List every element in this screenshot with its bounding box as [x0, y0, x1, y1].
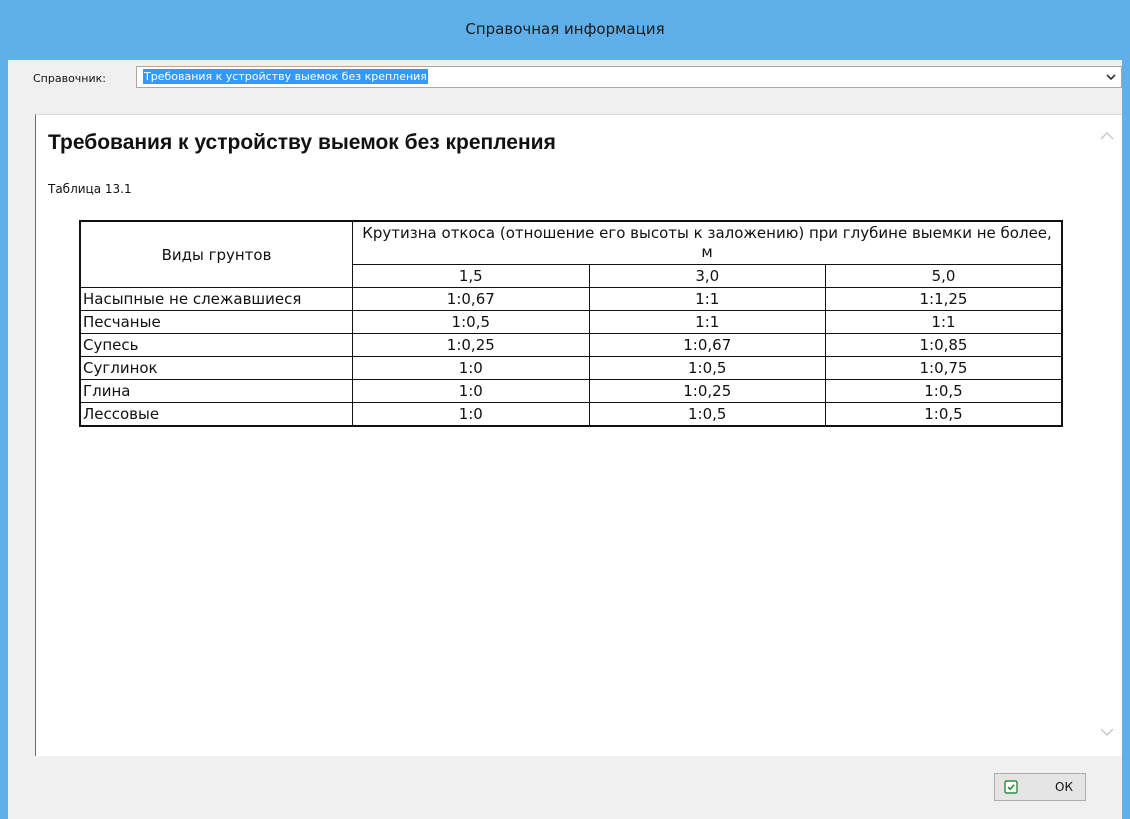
value-cell: 1:0,67 [352, 287, 590, 311]
title-bar[interactable]: Справочная информация [0, 0, 1130, 60]
window-frame-right [1122, 60, 1130, 819]
check-icon [1004, 780, 1018, 794]
table-row: Суглинок 1:0 1:0,5 1:0,75 [79, 356, 1063, 380]
value-cell: 1:0,5 [824, 379, 1063, 403]
table-row: Глина 1:0 1:0,25 1:0,5 [79, 379, 1063, 403]
value-cell: 1:1 [588, 287, 826, 311]
table-row: Песчаные 1:0,5 1:1 1:1 [79, 310, 1063, 334]
soil-cell: Супесь [79, 333, 354, 357]
value-cell: 1:0,5 [824, 402, 1063, 427]
value-cell: 1:0 [352, 379, 590, 403]
scroll-down-icon[interactable] [1098, 725, 1116, 739]
value-cell: 1:0,85 [824, 333, 1063, 357]
reference-select[interactable]: Требования к устройству выемок без крепл… [136, 66, 1122, 88]
depth-header: 1,5 [352, 264, 590, 288]
value-cell: 1:0,25 [352, 333, 590, 357]
value-cell: 1:0 [352, 402, 590, 427]
value-cell: 1:1,25 [824, 287, 1063, 311]
document-viewer[interactable]: Требования к устройству выемок без крепл… [35, 114, 1122, 756]
value-cell: 1:0,67 [588, 333, 826, 357]
value-cell: 1:0,5 [588, 356, 826, 380]
reference-label: Справочник: [33, 72, 106, 85]
value-cell: 1:0,5 [352, 310, 590, 334]
value-cell: 1:1 [824, 310, 1063, 334]
soil-cell: Насыпные не слежавшиеся [79, 287, 354, 311]
document-title: Требования к устройству выемок без крепл… [48, 131, 556, 154]
soil-cell: Суглинок [79, 356, 354, 380]
window-title: Справочная информация [465, 20, 665, 38]
table-row: Насыпные не слежавшиеся 1:0,67 1:1 1:1,2… [79, 287, 1063, 311]
depth-header: 3,0 [588, 264, 826, 288]
table-header-row: Виды грунтов Крутизна откоса (отношение … [79, 220, 1063, 288]
value-cell: 1:0 [352, 356, 590, 380]
reference-select-value: Требования к устройству выемок без крепл… [143, 69, 428, 84]
depth-header: 5,0 [824, 264, 1063, 288]
slope-table: Виды грунтов Крутизна откоса (отношение … [79, 220, 1063, 427]
header-slope: Крутизна откоса (отношение его высоты к … [352, 220, 1063, 265]
scroll-up-icon[interactable] [1098, 129, 1116, 143]
soil-cell: Песчаные [79, 310, 354, 334]
header-soil-type: Виды грунтов [79, 220, 354, 288]
dialog-client-area: Справочник: Требования к устройству выем… [8, 60, 1122, 819]
table-row: Супесь 1:0,25 1:0,67 1:0,85 [79, 333, 1063, 357]
value-cell: 1:0,25 [588, 379, 826, 403]
soil-cell: Глина [79, 379, 354, 403]
table-row: Лессовые 1:0 1:0,5 1:0,5 [79, 402, 1063, 427]
value-cell: 1:1 [588, 310, 826, 334]
ok-button-label: ОК [1055, 780, 1073, 794]
window-frame-left [0, 60, 8, 819]
table-caption: Таблица 13.1 [48, 182, 132, 196]
value-cell: 1:0,5 [588, 402, 826, 427]
chevron-down-icon[interactable] [1105, 70, 1117, 84]
soil-cell: Лессовые [79, 402, 354, 427]
value-cell: 1:0,75 [824, 356, 1063, 380]
ok-button[interactable]: ОК [994, 773, 1086, 801]
